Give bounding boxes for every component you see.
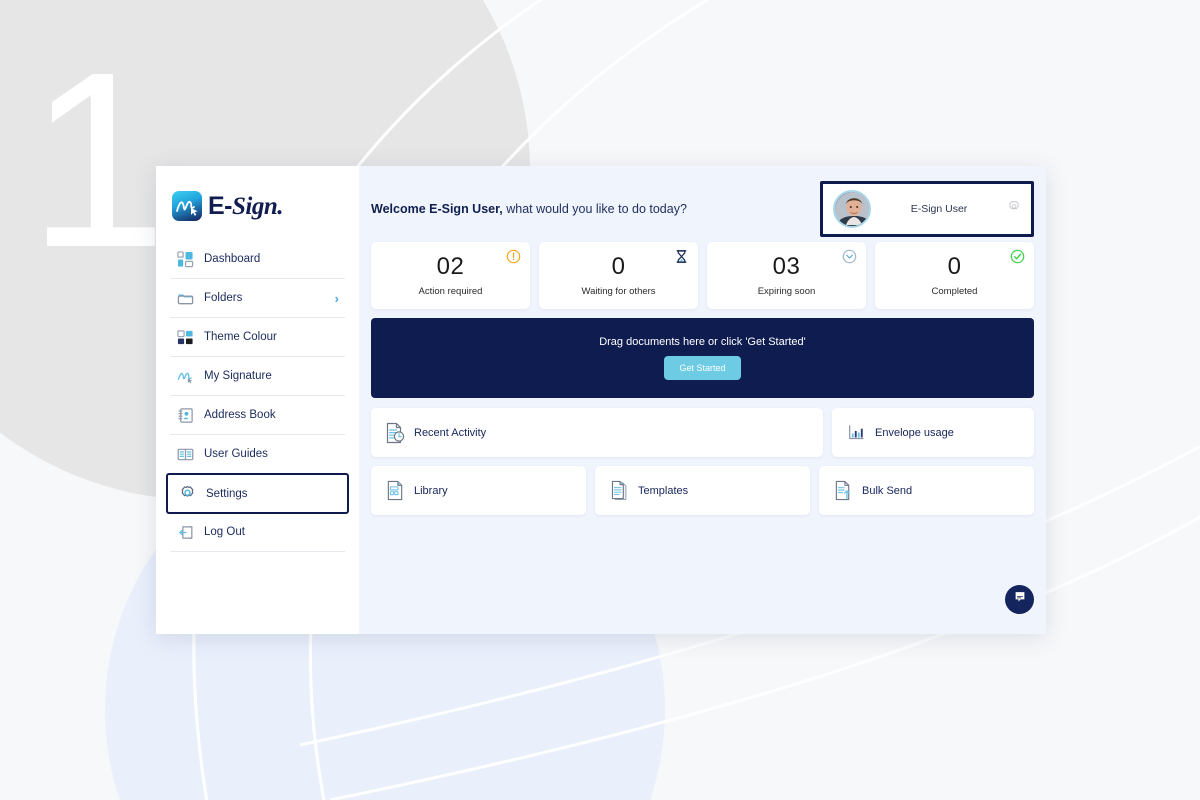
stat-label: Waiting for others [581, 285, 656, 297]
gear-icon [178, 485, 196, 503]
tile-row-2: Library Templates Bulk Send [371, 466, 1034, 515]
welcome-bold: Welcome E-Sign User, [371, 202, 503, 216]
sidebar-item-dashboard[interactable]: Dashboard [170, 240, 345, 279]
tile-library[interactable]: Library [371, 466, 586, 515]
tile-envelope-usage[interactable]: Envelope usage [832, 408, 1034, 457]
document-clock-icon [385, 422, 405, 444]
tile-row-1: Recent Activity Envelope usage [371, 408, 1034, 457]
check-circle-icon [1010, 249, 1025, 264]
book-icon [176, 445, 194, 463]
feature-tiles: Recent Activity Envelope usage Library T… [371, 408, 1034, 515]
tile-label: Envelope usage [875, 426, 954, 439]
user-profile-box[interactable]: E-Sign User [820, 181, 1034, 237]
sidebar-item-log-out[interactable]: Log Out [170, 513, 345, 552]
logo-text-e: E- [208, 191, 233, 220]
logo-text-sign: Sign. [232, 192, 284, 220]
gear-icon[interactable] [1007, 200, 1021, 219]
bar-chart-icon [846, 422, 866, 444]
stat-cards: 02 Action required 0 Waiting for others [371, 242, 1034, 309]
document-stack-icon [609, 480, 629, 502]
chevron-right-icon[interactable]: › [335, 291, 339, 306]
tile-bulk-send[interactable]: Bulk Send [819, 466, 1034, 515]
tile-label: Recent Activity [414, 426, 487, 439]
app-logo[interactable]: E-Sign. [156, 166, 359, 226]
stat-label: Completed [931, 285, 978, 297]
tile-templates[interactable]: Templates [595, 466, 810, 515]
tile-label: Bulk Send [862, 484, 913, 497]
app-logo-text: E-Sign. [208, 191, 284, 221]
folder-icon [176, 289, 194, 307]
document-upload-icon [833, 480, 853, 502]
sidebar-item-settings[interactable]: Settings [166, 473, 349, 514]
stat-value: 02 [436, 252, 465, 280]
sidebar-item-my-signature[interactable]: My Signature [170, 357, 345, 396]
welcome-message: Welcome E-Sign User, what would you like… [371, 202, 687, 216]
stat-label: Expiring soon [757, 285, 816, 297]
sidebar-item-label: Folders [204, 292, 243, 304]
chat-bubble-icon [1013, 590, 1027, 609]
document-library-icon [385, 480, 405, 502]
sidebar-nav: Dashboard Folders › Theme Colour My Sign… [156, 240, 359, 552]
stat-label: Action required [418, 285, 483, 297]
esign-logo-icon [172, 191, 202, 221]
stat-value: 03 [772, 252, 801, 280]
sidebar-item-label: Theme Colour [204, 331, 277, 343]
stat-card-action-required[interactable]: 02 Action required [371, 242, 530, 309]
get-started-button[interactable]: Get Started [664, 356, 741, 380]
user-name-label: E-Sign User [910, 203, 968, 215]
sidebar-item-label: User Guides [204, 448, 268, 460]
sidebar-item-label: Address Book [204, 409, 276, 421]
stat-card-expiring-soon[interactable]: 03 Expiring soon [707, 242, 866, 309]
sidebar-item-label: My Signature [204, 370, 272, 382]
clock-circle-icon [842, 249, 857, 264]
address-book-icon [176, 406, 194, 424]
dashboard-grid-icon [176, 250, 194, 268]
chat-support-button[interactable] [1005, 585, 1034, 614]
document-dropzone[interactable]: Drag documents here or click 'Get Starte… [371, 318, 1034, 398]
app-window: E-Sign. Dashboard Folders › Theme Colour… [156, 166, 1046, 634]
sidebar-item-label: Dashboard [204, 253, 261, 265]
sidebar-item-address-book[interactable]: Address Book [170, 396, 345, 435]
sidebar: E-Sign. Dashboard Folders › Theme Colour… [156, 166, 359, 634]
main-header: Welcome E-Sign User, what would you like… [371, 180, 1034, 238]
tile-label: Library [414, 484, 448, 497]
stat-value: 0 [947, 252, 962, 280]
sidebar-item-theme-colour[interactable]: Theme Colour [170, 318, 345, 357]
stat-value: 0 [611, 252, 626, 280]
stat-card-completed[interactable]: 0 Completed [875, 242, 1034, 309]
welcome-rest: what would you like to do today? [502, 202, 687, 216]
alert-circle-icon [506, 249, 521, 264]
tile-label: Templates [638, 484, 689, 497]
theme-swatch-icon [176, 328, 194, 346]
tile-recent-activity[interactable]: Recent Activity [371, 408, 823, 457]
signature-icon [176, 367, 194, 385]
logout-icon [176, 523, 194, 541]
stat-card-waiting-for-others[interactable]: 0 Waiting for others [539, 242, 698, 309]
main-content: Welcome E-Sign User, what would you like… [359, 166, 1046, 634]
sidebar-item-label: Log Out [204, 526, 245, 538]
hourglass-icon [674, 249, 689, 264]
sidebar-item-folders[interactable]: Folders › [170, 279, 345, 318]
sidebar-item-user-guides[interactable]: User Guides [170, 435, 345, 474]
dropzone-text: Drag documents here or click 'Get Starte… [599, 336, 806, 348]
sidebar-item-label: Settings [206, 487, 248, 500]
user-avatar[interactable] [833, 190, 871, 228]
